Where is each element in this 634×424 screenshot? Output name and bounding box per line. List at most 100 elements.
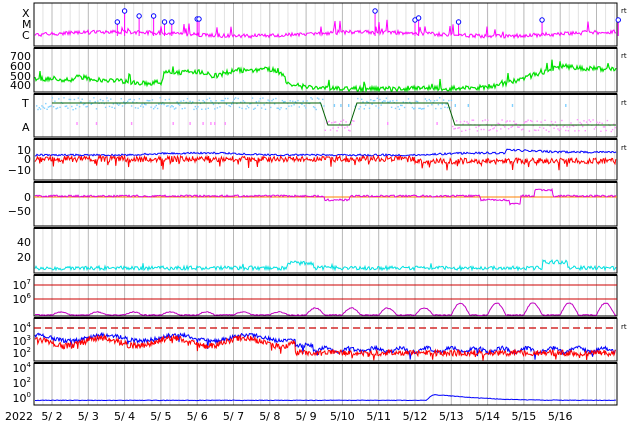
sector-point	[572, 125, 575, 127]
sector-point	[381, 101, 384, 103]
sector-point	[324, 129, 326, 131]
sector-point	[461, 130, 463, 132]
sector-point	[77, 97, 79, 99]
sector-point	[212, 103, 215, 106]
sector-point	[368, 107, 371, 109]
sector-point	[454, 127, 456, 130]
sector-point	[37, 108, 39, 111]
sector-point	[489, 129, 492, 131]
sector-point	[63, 97, 65, 99]
sector-point	[102, 100, 104, 102]
x-tick-label: 5/ 5	[150, 410, 171, 423]
sector-point	[42, 106, 44, 108]
sector-point	[387, 122, 389, 125]
sector-point	[158, 103, 160, 105]
sector-point	[596, 121, 598, 123]
sector-point	[454, 104, 456, 107]
sector-point	[51, 97, 53, 99]
sector-point	[561, 119, 563, 122]
sector-point	[472, 119, 475, 121]
sector-point	[203, 101, 206, 103]
sector-point	[380, 104, 382, 106]
sector-point	[505, 121, 507, 123]
sector-point	[530, 119, 532, 122]
sector-point	[107, 100, 109, 102]
sector-point	[52, 106, 55, 108]
year-label: 2022	[5, 410, 33, 423]
sector-point	[283, 101, 285, 103]
sector-point	[341, 125, 343, 127]
sector-point	[207, 107, 209, 109]
sector-point	[58, 98, 60, 100]
sector-point	[198, 99, 200, 101]
sector-point	[56, 107, 59, 109]
sector-point	[427, 105, 429, 107]
sector-point	[357, 97, 359, 100]
sector-point	[340, 120, 342, 123]
sector-point	[553, 127, 555, 129]
sector-point	[540, 121, 542, 123]
sector-point	[284, 100, 286, 103]
sector-point	[527, 119, 529, 121]
sector-point	[537, 129, 540, 131]
y-label-a: A	[22, 121, 30, 134]
sector-point	[277, 107, 280, 109]
sector-point	[238, 106, 241, 109]
sector-point	[348, 104, 350, 107]
flare-marker	[150, 13, 157, 19]
corner-mark: rt	[621, 323, 627, 331]
sector-point	[306, 100, 308, 102]
flare-marker	[196, 16, 202, 22]
sector-point	[318, 98, 320, 100]
sector-point	[231, 103, 233, 105]
sector-point	[130, 105, 133, 107]
sector-point	[562, 126, 564, 128]
sector-point	[578, 130, 580, 132]
sector-point	[302, 100, 304, 102]
sector-point	[159, 97, 161, 99]
sector-point	[150, 106, 152, 108]
sector-point	[582, 125, 584, 128]
sector-point	[290, 105, 293, 107]
sector-point	[176, 101, 178, 103]
panel-frame-5	[33, 181, 618, 227]
flare-marker	[114, 19, 121, 25]
sector-point	[38, 107, 40, 109]
sector-point	[41, 105, 43, 107]
x-tick-label: 5/14	[475, 410, 500, 423]
sector-point	[241, 107, 243, 110]
sector-point	[501, 119, 503, 121]
sector-point	[576, 119, 579, 121]
sector-point	[544, 119, 546, 121]
sector-point	[407, 98, 410, 100]
sector-point	[416, 100, 419, 103]
sector-point	[221, 99, 224, 102]
bt-line	[34, 148, 617, 157]
x-tick-label: 5/ 4	[114, 410, 135, 423]
sector-point	[389, 100, 391, 102]
sector-point	[394, 107, 397, 110]
sector-point	[504, 126, 506, 128]
sector-point	[192, 101, 194, 103]
sector-point	[219, 106, 221, 108]
sector-point	[606, 119, 609, 122]
sector-point	[350, 123, 352, 126]
sector-point	[450, 99, 453, 102]
xray-flux-line	[34, 19, 617, 40]
space-weather-chart: X M C 700 600 500 400 T A 10 0 −10 0 −50…	[5, 2, 627, 423]
sector-point	[312, 106, 315, 108]
sector-point	[333, 121, 336, 123]
sector-point	[137, 107, 139, 109]
sector-point	[54, 100, 56, 102]
sector-point	[246, 105, 248, 107]
sector-point	[539, 126, 541, 129]
sector-point	[128, 98, 130, 101]
sector-point	[141, 103, 143, 106]
sector-point	[362, 101, 364, 103]
sector-point	[566, 126, 568, 128]
sector-point	[497, 122, 499, 125]
sector-point	[264, 108, 267, 110]
sector-point	[257, 104, 259, 107]
sector-point	[224, 97, 226, 100]
sector-point	[511, 104, 514, 107]
